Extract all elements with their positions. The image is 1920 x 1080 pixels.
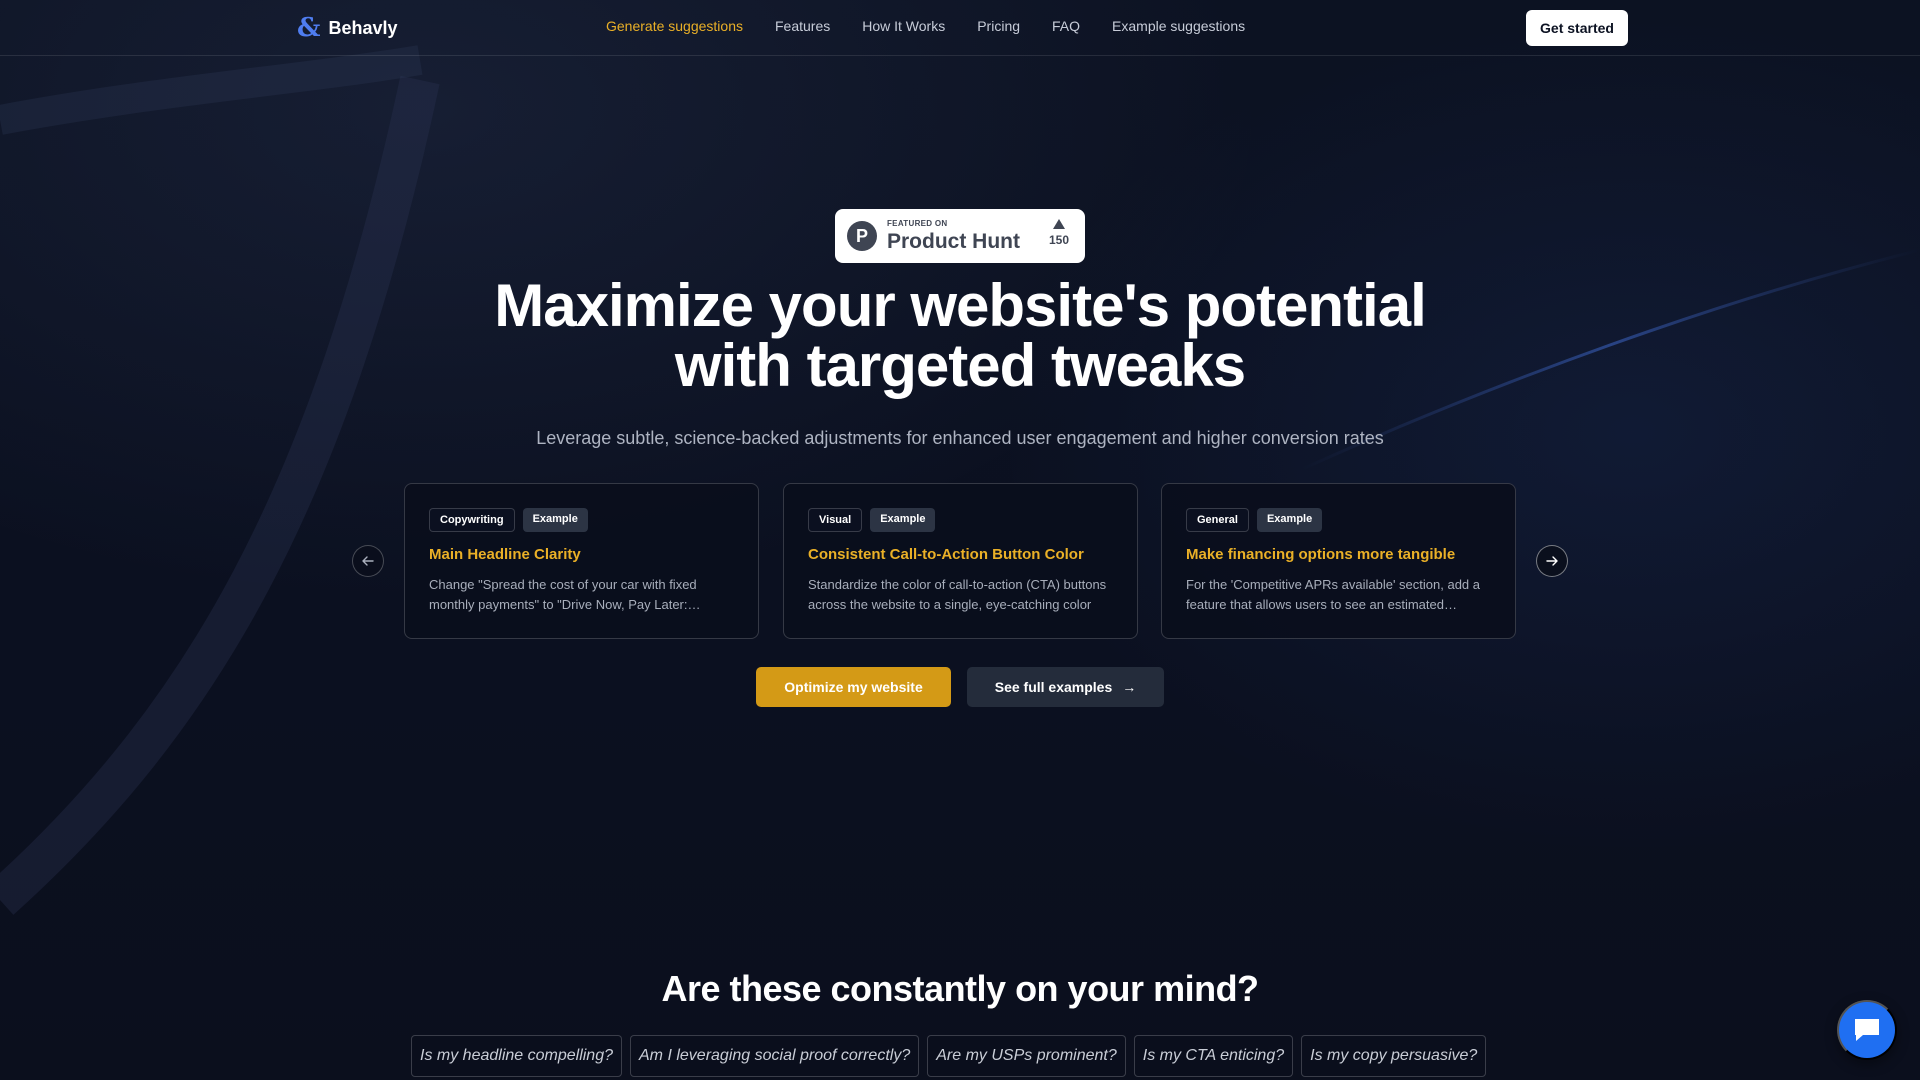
ampersand-logo-icon: & <box>297 13 321 43</box>
chat-bubble-icon <box>1855 1019 1879 1041</box>
example-tag: Example <box>522 508 588 532</box>
chat-launcher-button[interactable] <box>1837 1000 1897 1060</box>
product-hunt-name: Product Hunt <box>887 230 1020 253</box>
suggestion-card[interactable]: Copywriting Example Main Headline Clarit… <box>404 483 759 639</box>
card-title: Consistent Call-to-Action Button Color <box>808 546 1084 563</box>
category-tag: Visual <box>808 508 863 532</box>
card-tags: Visual Example <box>808 508 1113 532</box>
upvote-count: 150 <box>1049 219 1069 247</box>
question-chip: Am I leveraging social proof correctly? <box>630 1035 920 1077</box>
suggestion-card[interactable]: General Example Make financing options m… <box>1161 483 1516 639</box>
carousel-prev-button[interactable] <box>352 545 384 577</box>
question-chip: Is my copy persuasive? <box>1301 1035 1487 1077</box>
optimize-website-button[interactable]: Optimize my website <box>756 667 951 707</box>
example-tag: Example <box>870 508 936 532</box>
suggestion-card[interactable]: Visual Example Consistent Call-to-Action… <box>783 483 1138 639</box>
top-navbar: & Behavly Generate suggestions Features … <box>0 0 1920 56</box>
nav-link-faq[interactable]: FAQ <box>1052 18 1080 34</box>
product-hunt-badge[interactable]: P FEATURED ON Product Hunt 150 <box>835 209 1085 263</box>
nav-link-pricing[interactable]: Pricing <box>977 18 1020 34</box>
see-full-examples-button[interactable]: See full examples → <box>967 667 1164 707</box>
brand-name: Behavly <box>328 17 398 38</box>
upvote-triangle-icon <box>1052 219 1065 229</box>
product-hunt-logo-icon: P <box>847 221 877 251</box>
card-title: Main Headline Clarity <box>429 546 581 563</box>
product-hunt-text: FEATURED ON Product Hunt <box>887 219 1020 253</box>
featured-on-label: FEATURED ON <box>887 219 948 228</box>
example-tag: Example <box>1256 508 1323 532</box>
card-title: Make financing options more tangible <box>1186 546 1456 563</box>
card-description: Standardize the color of call-to-action … <box>808 577 1107 612</box>
hero-subtitle: Leverage subtle, science-backed adjustme… <box>536 428 1384 448</box>
category-tag: General <box>1186 508 1249 532</box>
arrow-left-icon <box>362 556 374 566</box>
nav-link-features[interactable]: Features <box>775 18 830 34</box>
nav-link-generate-suggestions[interactable]: Generate suggestions <box>606 18 743 34</box>
card-description: For the 'Competitive APRs available' sec… <box>1186 577 1481 612</box>
carousel-next-button[interactable] <box>1536 545 1568 577</box>
question-chips: Is my headline compelling? Am I leveragi… <box>411 1035 1487 1077</box>
nav-links: Generate suggestions Features How It Wor… <box>606 18 1245 34</box>
card-tags: General Example <box>1186 508 1491 532</box>
card-description: Change "Spread the cost of your car with… <box>429 577 697 612</box>
hero-title-line-1: Maximize your website's potential <box>494 272 1427 339</box>
hero-title-line-2: with targeted tweaks <box>674 332 1246 399</box>
question-chip: Are my USPs prominent? <box>927 1035 1126 1077</box>
get-started-button[interactable]: Get started <box>1526 10 1628 46</box>
question-chip: Is my CTA enticing? <box>1133 1035 1294 1077</box>
question-chip: Is my headline compelling? <box>411 1035 622 1077</box>
hero-title: Maximize your website's potential with t… <box>360 276 1560 396</box>
vote-count: 150 <box>1048 233 1069 247</box>
nav-link-example-suggestions[interactable]: Example suggestions <box>1112 18 1245 34</box>
see-full-examples-label: See full examples <box>994 679 1113 695</box>
category-tag: Copywriting <box>429 508 515 532</box>
brand-logo[interactable]: & Behavly <box>297 14 398 42</box>
arrow-right-icon: → <box>1122 679 1137 695</box>
section-title: Are these constantly on your mind? <box>661 968 1259 1009</box>
card-tags: Copywriting Example <box>429 508 734 532</box>
nav-link-how-it-works[interactable]: How It Works <box>862 18 945 34</box>
arrow-right-icon <box>1546 556 1558 566</box>
